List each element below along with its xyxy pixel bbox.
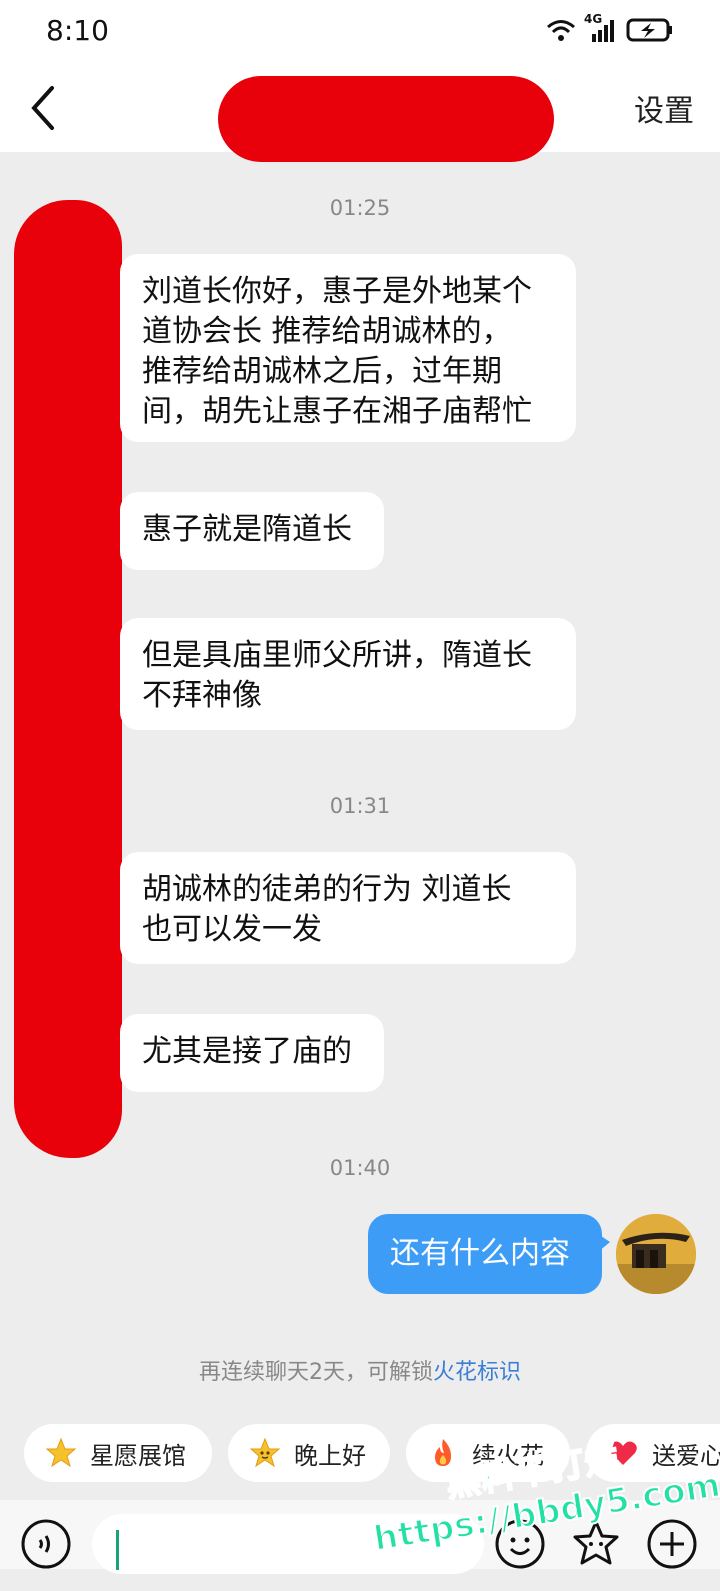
message-bubble-incoming[interactable]: 胡诚林的徒弟的行为 刘道长 也可以发一发 bbox=[120, 852, 576, 964]
input-bar bbox=[0, 1500, 720, 1574]
status-time: 8:10 bbox=[46, 14, 109, 47]
voice-button[interactable] bbox=[20, 1518, 72, 1570]
spark-unlock-hint: 再连续聊天2天，可解锁火花标识 bbox=[0, 1354, 720, 1386]
timestamp: 01:31 bbox=[329, 794, 391, 818]
message-bubble-incoming[interactable]: 尤其是接了庙的 bbox=[120, 1014, 384, 1092]
quick-reply-bar: 星愿展馆 晚上好 续火花 送爱心 bbox=[0, 1424, 720, 1484]
message-line: 尤其是接了庙的 bbox=[142, 1034, 352, 1069]
sticker-button[interactable] bbox=[570, 1518, 622, 1570]
quick-reply-label: 星愿展馆 bbox=[90, 1441, 186, 1470]
redaction-mark bbox=[56, 222, 122, 312]
wifi-icon bbox=[547, 20, 575, 41]
status-icons: 4G bbox=[546, 12, 674, 44]
heart-icon bbox=[606, 1436, 640, 1470]
message-line: 推荐给胡诚林之后，过年期 bbox=[142, 354, 502, 389]
spark-badge-link[interactable]: 火花标识 bbox=[433, 1360, 521, 1385]
plus-icon bbox=[647, 1519, 697, 1569]
redacted-contact-name bbox=[218, 76, 554, 162]
message-bubble-incoming[interactable]: 惠子就是隋道长 bbox=[120, 492, 384, 570]
emoji-button[interactable] bbox=[494, 1518, 546, 1570]
message-line: 也可以发一发 bbox=[142, 912, 322, 947]
my-avatar[interactable] bbox=[616, 1214, 696, 1294]
message-line: 胡诚林的徒弟的行为 刘道长 bbox=[142, 872, 512, 907]
quick-reply-chip[interactable]: 续火花 bbox=[406, 1424, 570, 1482]
more-button[interactable] bbox=[646, 1518, 698, 1570]
message-line: 但是具庙里师父所讲，隋道长 bbox=[142, 638, 532, 673]
temple-roof-image bbox=[616, 1214, 696, 1294]
quick-reply-label: 续火花 bbox=[472, 1441, 544, 1470]
timestamp: 01:40 bbox=[329, 1156, 391, 1180]
smile-icon bbox=[495, 1519, 545, 1569]
back-button[interactable] bbox=[22, 80, 72, 136]
message-bubble-incoming[interactable]: 但是具庙里师父所讲，隋道长 不拜神像 bbox=[120, 618, 576, 730]
message-line: 道协会长 推荐给胡诚林的， bbox=[142, 314, 512, 349]
star-face-icon bbox=[248, 1436, 282, 1470]
message-bubble-incoming[interactable]: 刘道长你好，惠子是外地某个 道协会长 推荐给胡诚林的， 推荐给胡诚林之后，过年期… bbox=[120, 254, 576, 442]
bubble-tail bbox=[598, 1234, 610, 1252]
text-cursor bbox=[116, 1530, 119, 1570]
quick-reply-chip[interactable]: 星愿展馆 bbox=[24, 1424, 212, 1482]
signal-icon: 4G bbox=[584, 12, 618, 44]
quick-reply-label: 晚上好 bbox=[294, 1441, 366, 1470]
quick-reply-chip[interactable]: 晚上好 bbox=[228, 1424, 390, 1482]
message-line: 惠子就是隋道长 bbox=[142, 512, 352, 547]
hint-text: 再连续聊天2天，可解锁 bbox=[198, 1360, 433, 1385]
timestamp: 01:25 bbox=[329, 196, 391, 220]
quick-reply-chip[interactable]: 送爱心 bbox=[586, 1424, 720, 1482]
battery-charging-icon bbox=[626, 18, 672, 42]
status-bar: 8:10 4G bbox=[0, 0, 720, 66]
message-bubble-outgoing[interactable]: 还有什么内容 bbox=[368, 1214, 602, 1294]
settings-button[interactable]: 设置 bbox=[634, 86, 694, 130]
fire-icon bbox=[426, 1436, 460, 1470]
message-line: 间，胡先让惠子在湘子庙帮忙 bbox=[142, 394, 532, 429]
chevron-left-icon bbox=[31, 86, 54, 130]
voice-icon bbox=[21, 1519, 71, 1569]
message-line: 不拜神像 bbox=[142, 678, 262, 713]
redacted-sender-avatar bbox=[14, 200, 122, 1158]
message-input[interactable] bbox=[92, 1514, 484, 1574]
star-icon bbox=[44, 1436, 78, 1470]
quick-reply-label: 送爱心 bbox=[652, 1441, 720, 1470]
message-line: 刘道长你好，惠子是外地某个 bbox=[142, 274, 532, 309]
star-sticker-icon bbox=[573, 1520, 619, 1565]
